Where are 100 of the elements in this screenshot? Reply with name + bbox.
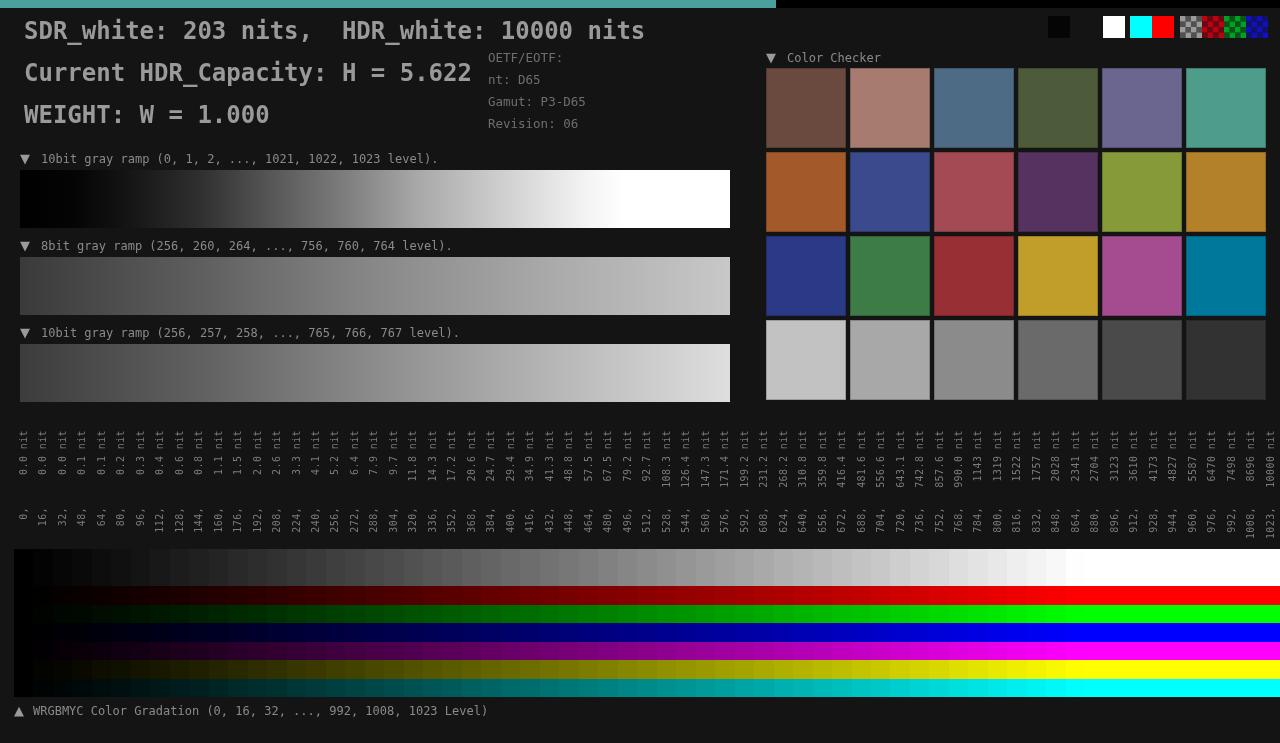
code-value-label: 64,	[96, 507, 107, 527]
triangle-marker-icon: ▲	[14, 704, 24, 718]
code-value-label: 352,	[447, 507, 458, 533]
code-value-label: 864,	[1070, 507, 1081, 533]
code-value-label: 640,	[798, 507, 809, 533]
luminance-label: 41.3 nit	[544, 430, 555, 482]
code-value-label: 688,	[856, 507, 867, 533]
code-value-label: 208,	[272, 507, 283, 533]
code-value-label: 144,	[194, 507, 205, 533]
code-value-label: 624,	[778, 507, 789, 533]
section-label: WRGBMYC Color Gradation (0, 16, 32, ..., 992, 1008, 1023 Level)	[33, 704, 489, 718]
code-value-label: 512,	[642, 507, 653, 533]
code-value-label: 800,	[992, 507, 1003, 533]
code-value-label: 592,	[739, 507, 750, 533]
luminance-label: 0.0 nit	[57, 430, 68, 475]
luminance-label: 126.4 nit	[681, 430, 692, 488]
luminance-label: 3123 nit	[1109, 430, 1120, 482]
luminance-label: 7498 nit	[1226, 430, 1237, 482]
luminance-label: 1522 nit	[1012, 430, 1023, 482]
code-value-label: 224,	[291, 507, 302, 533]
luminance-label: 0.6 nit	[174, 430, 185, 475]
code-value-label: 848,	[1051, 507, 1062, 533]
triangle-marker-icon: ▼	[766, 51, 776, 65]
luminance-label: 11.8 nit	[408, 430, 419, 482]
code-value-label: 496,	[622, 507, 633, 533]
code-value-label: 992,	[1226, 507, 1237, 533]
luminance-label: 0.0 nit	[38, 430, 49, 475]
luminance-label: 3610 nit	[1129, 430, 1140, 482]
luminance-label: 416.4 nit	[837, 430, 848, 488]
code-value-label: 608,	[759, 507, 770, 533]
luminance-label: 556.6 nit	[876, 430, 887, 488]
luminance-label: 108.3 nit	[661, 430, 672, 488]
triangle-marker-icon: ▼	[20, 152, 30, 166]
code-value-label: 96,	[135, 507, 146, 527]
luminance-label: 1757 nit	[1031, 430, 1042, 482]
code-value-label: 32,	[57, 507, 68, 527]
luminance-label: 7.9 nit	[369, 430, 380, 475]
luminance-label: 4.1 nit	[311, 430, 321, 475]
luminance-label: 990.0 nit	[954, 430, 964, 488]
code-value-label: 256,	[330, 507, 341, 533]
code-value-label: 288,	[369, 507, 380, 533]
code-value-label: 784,	[973, 507, 984, 533]
luminance-label: 5587 nit	[1187, 430, 1198, 482]
luminance-label: 0.8 nit	[194, 430, 205, 475]
code-value-label: 1023,	[1265, 507, 1276, 540]
luminance-label: 0.0 nit	[18, 430, 29, 475]
code-value-label: 656,	[817, 507, 828, 533]
code-value-label: 704,	[876, 507, 887, 533]
code-value-label: 736,	[915, 507, 925, 533]
code-value-label: 544,	[681, 507, 692, 533]
code-value-label: 1008,	[1246, 507, 1257, 540]
luminance-label: 310.8 nit	[798, 430, 809, 488]
code-value-label: 160,	[213, 507, 224, 533]
triangle-marker-icon: ▼	[20, 239, 30, 253]
luminance-label: 24.7 nit	[486, 430, 497, 482]
section-label: 8bit gray ramp (256, 260, 264, ..., 756, 760, 764 level).	[41, 239, 453, 253]
luminance-label: 29.4 nit	[505, 430, 516, 482]
luminance-label: 67.5 nit	[603, 430, 614, 482]
pattern-info-text: OETF/EOTF:	[487, 49, 565, 67]
luminance-label: 1.1 nit	[213, 430, 224, 475]
luminance-label: 171.4 nit	[720, 430, 731, 488]
code-value-label: 192,	[252, 507, 263, 533]
luminance-label: 0.4 nit	[155, 430, 166, 475]
code-value-label: 880,	[1090, 507, 1101, 533]
code-value-label: 928,	[1148, 507, 1159, 533]
code-value-label: 112,	[155, 507, 166, 533]
luminance-label: 5.2 nit	[330, 430, 341, 475]
luminance-label: 17.2 nit	[447, 430, 458, 482]
luminance-label: 4827 nit	[1168, 430, 1179, 482]
code-value-label: 400,	[505, 507, 516, 533]
luminance-label: 268.2 nit	[778, 430, 789, 488]
code-value-label: 480,	[603, 507, 614, 533]
header-text: SDR_white: 203 nits, HDR_white: 10000 nits	[24, 16, 647, 47]
luminance-label: 14.3 nit	[427, 430, 438, 482]
luminance-label: 57.5 nit	[583, 430, 594, 482]
code-value-label: 896,	[1109, 507, 1120, 533]
luminance-label: 742.8 nit	[915, 430, 925, 488]
code-value-label: 320,	[408, 507, 419, 533]
code-value-label: 176,	[233, 507, 244, 533]
luminance-label: 481.6 nit	[856, 430, 867, 488]
code-value-label: 768,	[954, 507, 964, 533]
luminance-label: 8696 nit	[1246, 430, 1257, 482]
luminance-label: 6.4 nit	[349, 430, 360, 475]
luminance-label: 2704 nit	[1090, 430, 1101, 482]
code-value-label: 672,	[837, 507, 848, 533]
code-value-label: 720,	[895, 507, 906, 533]
luminance-label: 2.0 nit	[252, 430, 263, 475]
section-label: Color Checker	[787, 51, 881, 65]
luminance-label: 2341 nit	[1070, 430, 1081, 482]
code-value-label: 48,	[77, 507, 88, 527]
code-value-label: 960,	[1187, 507, 1198, 533]
code-value-label: 816,	[1012, 507, 1023, 533]
luminance-label: 1.5 nit	[233, 430, 244, 475]
header-text: Current HDR_Capacity: H = 5.622	[24, 58, 472, 89]
luminance-label: 20.6 nit	[466, 430, 477, 482]
luminance-label: 0.1 nit	[96, 430, 107, 475]
code-value-label: 384,	[486, 507, 497, 533]
luminance-label: 199.2 nit	[739, 430, 750, 488]
luminance-label: 4173 nit	[1148, 430, 1159, 482]
luminance-label: 34.9 nit	[525, 430, 536, 482]
